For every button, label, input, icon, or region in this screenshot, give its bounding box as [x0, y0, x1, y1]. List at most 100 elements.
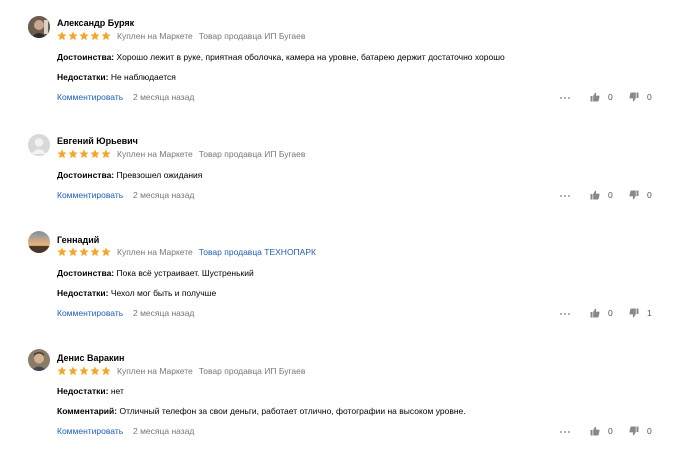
rating-stars — [57, 149, 111, 159]
bought-on-market-label: Куплен на Маркете — [117, 366, 193, 376]
like-button[interactable]: 0 — [590, 92, 613, 102]
review-date: 2 месяца назад — [133, 92, 195, 102]
thumbs-up-icon — [590, 426, 600, 436]
field-text: Отличный телефон за свои деньги, работае… — [119, 406, 466, 416]
review-date: 2 месяца назад — [133, 426, 195, 436]
star-icon — [57, 31, 67, 41]
avatar[interactable] — [28, 134, 50, 156]
star-icon — [57, 247, 67, 257]
review-pros: Достоинства: Пока всё устраивает. Шустре… — [57, 268, 254, 278]
author-name[interactable]: Александр Буряк — [57, 18, 134, 28]
avatar[interactable] — [28, 349, 50, 371]
dislike-count: 1 — [647, 308, 652, 318]
field-text: Хорошо лежит в руке, приятная оболочка, … — [116, 52, 505, 62]
field-label: Комментарий: — [57, 406, 118, 416]
field-label: Достоинства: — [57, 268, 115, 278]
thumbs-up-icon — [590, 308, 600, 318]
more-options-icon[interactable] — [560, 97, 570, 99]
dislike-button[interactable]: 0 — [629, 92, 652, 102]
star-icon — [68, 247, 78, 257]
thumbs-up-icon — [590, 190, 600, 200]
like-count: 0 — [608, 190, 613, 200]
review-comment: Комментарий: Отличный телефон за свои де… — [57, 406, 466, 416]
like-button[interactable]: 0 — [590, 426, 613, 436]
review-footer: Комментировать 2 месяца назад 0 0 — [57, 92, 680, 104]
review-meta: Куплен на Маркете Товар продавца ИП Буга… — [57, 149, 305, 159]
review-pros: Достоинства: Превзошел ожидания — [57, 170, 202, 180]
seller-link[interactable]: Товар продавца ТЕХНОПАРК — [199, 247, 316, 257]
star-icon — [90, 247, 100, 257]
more-options-icon[interactable] — [560, 431, 570, 433]
bought-on-market-label: Куплен на Маркете — [117, 149, 193, 159]
user-photo-icon — [28, 231, 50, 253]
comment-link[interactable]: Комментировать — [57, 426, 123, 436]
avatar[interactable] — [28, 16, 50, 38]
like-count: 0 — [608, 426, 613, 436]
dislike-button[interactable]: 1 — [629, 308, 652, 318]
like-button[interactable]: 0 — [590, 190, 613, 200]
bought-on-market-label: Куплен на Маркете — [117, 31, 193, 41]
seller-label: Товар продавца ИП Бугаев — [198, 149, 306, 159]
comment-link[interactable]: Комментировать — [57, 308, 123, 318]
field-label: Достоинства: — [57, 52, 115, 62]
star-icon — [57, 149, 67, 159]
star-icon — [68, 31, 78, 41]
avatar[interactable] — [28, 231, 50, 253]
review-meta: Куплен на Маркете Товар продавца ТЕХНОПА… — [57, 247, 316, 257]
review-date: 2 месяца назад — [133, 308, 195, 318]
star-icon — [101, 149, 111, 159]
star-icon — [68, 149, 78, 159]
star-icon — [79, 31, 89, 41]
rating-stars — [57, 366, 111, 376]
rating-stars — [57, 247, 111, 257]
field-label: Достоинства: — [57, 170, 115, 180]
star-icon — [79, 149, 89, 159]
author-name[interactable]: Геннадий — [57, 235, 99, 245]
star-icon — [90, 366, 100, 376]
review-pros: Достоинства: Хорошо лежит в руке, приятн… — [57, 52, 505, 62]
field-text: Чехол мог быть и получше — [110, 288, 217, 298]
more-options-icon[interactable] — [560, 313, 570, 315]
author-name[interactable]: Евгений Юрьевич — [57, 136, 138, 146]
review-date: 2 месяца назад — [133, 190, 195, 200]
review-footer: Комментировать 2 месяца назад 0 0 — [57, 426, 680, 438]
star-icon — [101, 247, 111, 257]
like-button[interactable]: 0 — [590, 308, 613, 318]
thumbs-up-icon — [590, 92, 600, 102]
rating-stars — [57, 31, 111, 41]
review-cons: Недостатки: Не наблюдается — [57, 72, 176, 82]
author-name[interactable]: Денис Варакин — [57, 353, 124, 363]
dislike-count: 0 — [647, 426, 652, 436]
field-label: Недостатки: — [57, 288, 109, 298]
dislike-count: 0 — [647, 190, 652, 200]
review-cons: Недостатки: нет — [57, 386, 124, 396]
review-meta: Куплен на Маркете Товар продавца ИП Буга… — [57, 366, 305, 376]
thumbs-down-icon — [629, 92, 639, 102]
thumbs-down-icon — [629, 190, 639, 200]
star-icon — [68, 366, 78, 376]
like-count: 0 — [608, 308, 613, 318]
star-icon — [101, 366, 111, 376]
review-cons: Недостатки: Чехол мог быть и получше — [57, 288, 216, 298]
user-photo-icon — [28, 349, 50, 371]
default-user-icon — [28, 134, 50, 156]
more-options-icon[interactable] — [560, 195, 570, 197]
like-count: 0 — [608, 92, 613, 102]
dislike-button[interactable]: 0 — [629, 426, 652, 436]
star-icon — [101, 31, 111, 41]
comment-link[interactable]: Комментировать — [57, 190, 123, 200]
bought-on-market-label: Куплен на Маркете — [117, 247, 193, 257]
star-icon — [79, 247, 89, 257]
star-icon — [79, 366, 89, 376]
dislike-button[interactable]: 0 — [629, 190, 652, 200]
seller-label: Товар продавца ИП Бугаев — [198, 31, 306, 41]
field-label: Недостатки: — [57, 72, 109, 82]
field-label: Недостатки: — [57, 386, 109, 396]
comment-link[interactable]: Комментировать — [57, 92, 123, 102]
review-footer: Комментировать 2 месяца назад 0 0 — [57, 190, 680, 202]
field-text: Превзошел ожидания — [116, 170, 203, 180]
field-text: Пока всё устраивает. Шустренький — [116, 268, 254, 278]
thumbs-down-icon — [629, 308, 639, 318]
star-icon — [57, 366, 67, 376]
field-text: Не наблюдается — [110, 72, 176, 82]
